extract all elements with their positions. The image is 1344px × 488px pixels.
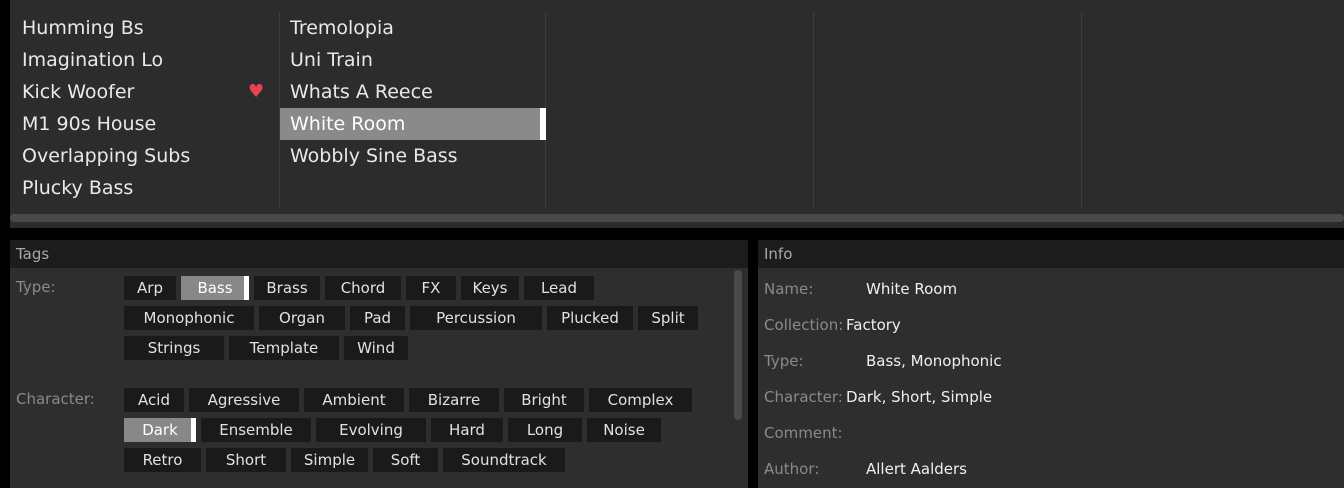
preset-item-label: Overlapping Subs [22,145,191,167]
info-label: Character: [764,388,843,406]
tag-keys-button[interactable]: Keys [461,276,519,300]
horizontal-scrollbar[interactable] [10,214,1344,222]
tag-short-button[interactable]: Short [206,448,286,472]
preset-item[interactable]: Imagination Lo [22,44,274,76]
tags-panel-title: Tags [10,240,748,268]
tag-soft-button[interactable]: Soft [373,448,438,472]
info-value: White Room [866,280,958,298]
tag-long-button[interactable]: Long [508,418,582,442]
preset-item[interactable]: Tremolopia [280,12,546,44]
active-marker [244,276,249,300]
info-panel-title: Info [758,240,1344,268]
preset-item[interactable]: Plucky Bass [22,172,274,204]
active-marker [191,418,196,442]
tag-lead-button[interactable]: Lead [524,276,594,300]
tag-monophonic-button[interactable]: Monophonic [124,306,254,330]
preset-item-selected[interactable]: White Room [280,108,546,140]
info-value: Allert Aalders [866,460,967,478]
preset-item[interactable]: Kick Woofer ♥ [22,76,274,108]
info-label: Type: [764,352,804,370]
tag-bizarre-button[interactable]: Bizarre [409,388,499,412]
info-label: Collection: [764,316,844,334]
info-label: Author: [764,460,820,478]
heart-icon[interactable]: ♥ [248,76,264,108]
preset-column-1: Humming Bs Imagination Lo Kick Woofer ♥ M1 9… [10,12,280,208]
tag-hard-button[interactable]: Hard [431,418,503,442]
preset-item-label: Kick Woofer [22,81,135,103]
preset-item[interactable]: Whats A Reece [280,76,546,108]
tag-bass-button[interactable]: Bass [181,276,249,300]
tag-organ-button[interactable]: Organ [259,306,345,330]
tag-plucked-button[interactable]: Plucked [547,306,633,330]
tag-split-button[interactable]: Split [638,306,698,330]
preset-column-4 [814,12,1082,208]
tag-chord-button[interactable]: Chord [325,276,401,300]
tag-ensemble-button[interactable]: Ensemble [201,418,311,442]
preset-item[interactable]: Uni Train [280,44,546,76]
tag-template-button[interactable]: Template [229,336,339,360]
preset-item-label: Tremolopia [290,17,394,39]
preset-item-label: Humming Bs [22,17,144,39]
tag-dark-button[interactable]: Dark [124,418,196,442]
preset-item[interactable]: Humming Bs [22,12,274,44]
preset-item-label: White Room [290,113,406,135]
info-value: Factory [846,316,901,334]
tag-agressive-button[interactable]: Agressive [189,388,299,412]
tags-panel: Tags Type: Arp Bass Brass Chord FX Keys Lead Mo… [10,240,748,488]
preset-item-label: Imagination Lo [22,49,164,71]
preset-column-2: Tremolopia Uni Train Whats A Reece White Ro… [280,12,546,208]
preset-browser-panel: Humming Bs Imagination Lo Kick Woofer ♥ M1 9… [10,0,1344,228]
info-value: Bass, Monophonic [866,352,1002,370]
preset-item-label: Whats A Reece [290,81,433,103]
tag-brass-button[interactable]: Brass [254,276,320,300]
tag-soundtrack-button[interactable]: Soundtrack [443,448,565,472]
tag-evolving-button[interactable]: Evolving [316,418,426,442]
preset-item-label: Wobbly Sine Bass [290,145,458,167]
info-label: Comment: [764,424,843,442]
info-value: Dark, Short, Simple [846,388,993,406]
tag-pad-button[interactable]: Pad [350,306,405,330]
preset-item-label: M1 90s House [22,113,157,135]
tag-strings-button[interactable]: Strings [124,336,224,360]
tag-arp-button[interactable]: Arp [124,276,176,300]
tag-fx-button[interactable]: FX [406,276,456,300]
preset-column-3 [546,12,814,208]
character-label: Character: [16,390,95,408]
tag-simple-button[interactable]: Simple [291,448,368,472]
tag-acid-button[interactable]: Acid [124,388,184,412]
info-label: Name: [764,280,814,298]
tag-noise-button[interactable]: Noise [587,418,661,442]
preset-item[interactable]: Wobbly Sine Bass [280,140,546,172]
tag-retro-button[interactable]: Retro [124,448,201,472]
preset-item-label: Uni Train [290,49,373,71]
tag-bright-button[interactable]: Bright [504,388,584,412]
tags-vertical-scrollbar[interactable] [734,270,742,420]
tag-wind-button[interactable]: Wind [344,336,408,360]
info-panel: Info Name: White Room Collection: Factory Ty… [758,240,1344,488]
preset-item-label: Plucky Bass [22,177,134,199]
tag-complex-button[interactable]: Complex [589,388,692,412]
preset-column-5 [1082,12,1344,208]
preset-item[interactable]: Overlapping Subs [22,140,274,172]
tag-ambient-button[interactable]: Ambient [304,388,404,412]
type-label: Type: [16,278,56,296]
preset-item[interactable]: M1 90s House [22,108,274,140]
tag-percussion-button[interactable]: Percussion [410,306,542,330]
